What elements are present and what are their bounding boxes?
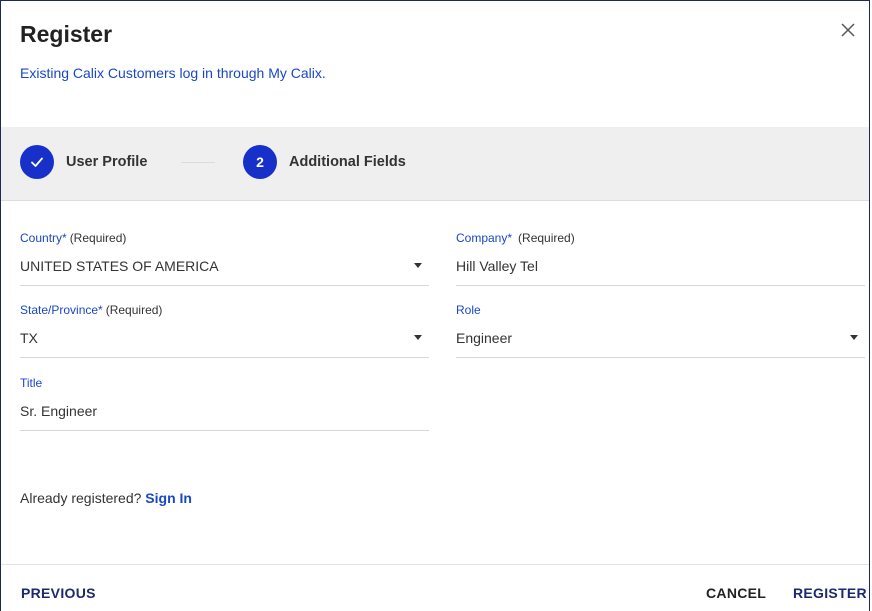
check-icon <box>31 157 43 167</box>
close-icon <box>841 23 855 37</box>
previous-button[interactable]: PREVIOUS <box>21 585 96 601</box>
chevron-down-icon <box>414 335 422 340</box>
country-label-text: Country* <box>20 231 67 245</box>
company-label-text: Company* <box>456 231 513 245</box>
chevron-down-icon <box>850 335 858 340</box>
company-value: Hill Valley Tel <box>456 258 538 274</box>
signin-prompt: Already registered? Sign In <box>20 490 192 506</box>
stepper: User Profile 2 Additional Fields <box>1 127 869 201</box>
step-label: Additional Fields <box>289 154 406 170</box>
state-select[interactable]: TX <box>20 330 429 358</box>
role-label: Role <box>456 303 481 317</box>
footer-divider <box>1 564 869 565</box>
company-label: Company* (Required) <box>456 231 865 247</box>
step-user-profile[interactable]: User Profile <box>20 145 147 179</box>
country-field: Country* (Required) UNITED STATES OF AMER… <box>20 231 429 286</box>
state-label: State/Province* (Required) <box>20 303 429 319</box>
register-dialog: Register Existing Calix Customers log in… <box>0 0 870 611</box>
cancel-button[interactable]: CANCEL <box>706 585 766 601</box>
title-field: Title Sr. Engineer <box>20 376 429 431</box>
step-additional-fields[interactable]: 2 Additional Fields <box>243 145 406 179</box>
title-label: Title <box>20 376 43 390</box>
title-value: Sr. Engineer <box>20 403 98 419</box>
step-connector <box>181 162 215 163</box>
close-button[interactable] <box>835 17 861 43</box>
title-input[interactable]: Sr. Engineer <box>20 403 429 431</box>
required-note: (Required) <box>105 303 163 317</box>
signin-prompt-text: Already registered? <box>20 490 142 506</box>
role-field: Role Engineer <box>456 303 865 358</box>
signin-link[interactable]: Sign In <box>145 490 192 506</box>
country-value: UNITED STATES OF AMERICA <box>20 258 219 274</box>
register-button[interactable]: REGISTER <box>793 585 867 601</box>
dialog-subtitle: Existing Calix Customers log in through … <box>20 65 326 81</box>
state-field: State/Province* (Required) TX <box>20 303 429 358</box>
step-label: User Profile <box>66 154 148 170</box>
required-note: (Required) <box>69 231 127 245</box>
company-field: Company* (Required) Hill Valley Tel <box>456 231 865 286</box>
state-label-text: State/Province* <box>20 303 103 317</box>
required-note: (Required) <box>518 231 575 245</box>
country-select[interactable]: UNITED STATES OF AMERICA <box>20 258 429 286</box>
step-number-marker: 2 <box>243 145 277 179</box>
role-select[interactable]: Engineer <box>456 330 865 358</box>
chevron-down-icon <box>414 263 422 268</box>
role-value: Engineer <box>456 330 513 346</box>
country-label: Country* (Required) <box>20 231 429 247</box>
step-complete-marker <box>20 145 54 179</box>
state-value: TX <box>20 330 38 346</box>
company-input[interactable]: Hill Valley Tel <box>456 258 865 286</box>
dialog-title: Register <box>20 21 113 47</box>
